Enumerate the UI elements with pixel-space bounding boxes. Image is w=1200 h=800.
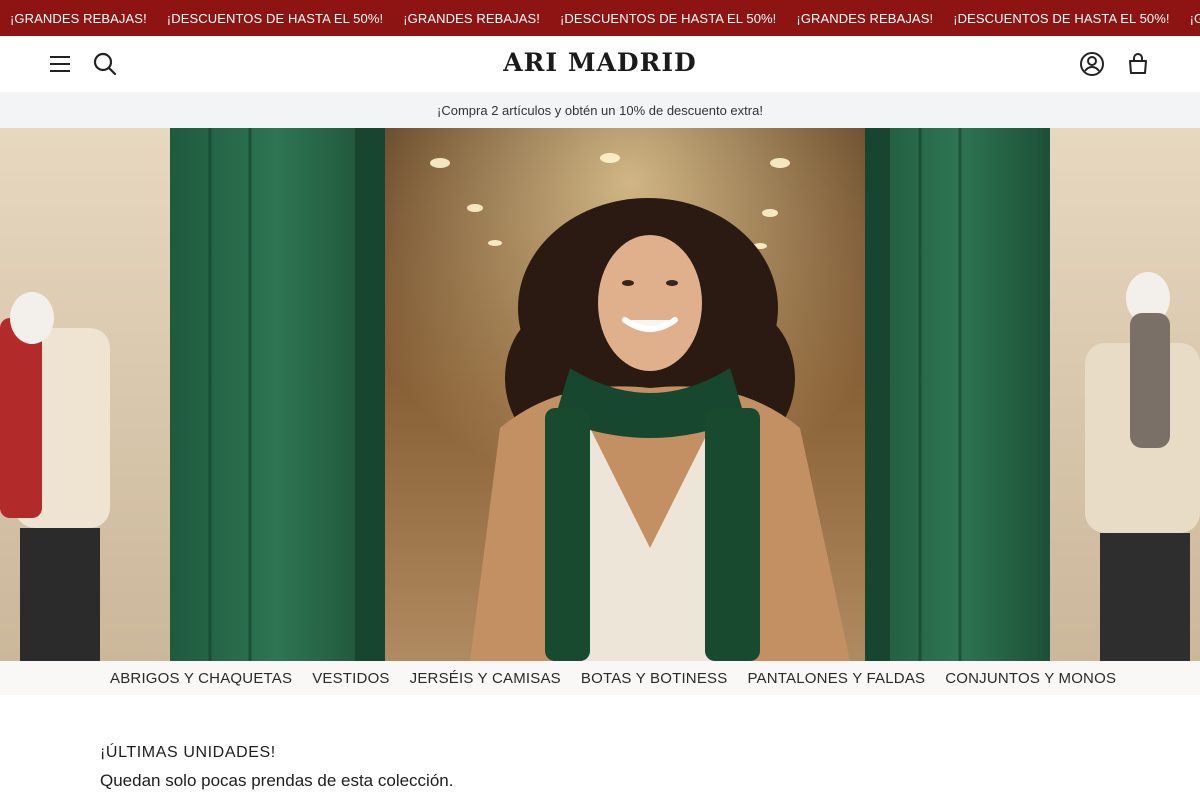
hero-illustration: [0, 128, 1200, 661]
cart-icon[interactable]: [1124, 50, 1152, 78]
announcement-item: ¡DESCUENTOS DE HASTA EL 50%!: [560, 10, 777, 26]
category-link-botas[interactable]: BOTAS Y BOTINESS: [581, 670, 728, 687]
announcement-item: ¡DESCUENTOS DE HASTA EL 50%!: [166, 10, 384, 26]
section-subtitle: Quedan solo pocas prendas de esta colecc…: [100, 771, 454, 790]
category-link-abrigos[interactable]: ABRIGOS Y CHAQUETAS: [110, 670, 292, 687]
announcement-item: ¡GRANDES REBAJAS!: [1189, 10, 1200, 26]
hero-image[interactable]: [0, 128, 1200, 661]
announcement-bar: ¡GRANDES REBAJAS! ¡DESCUENTOS DE HASTA E…: [0, 0, 1200, 36]
category-link-vestidos[interactable]: VESTIDOS: [312, 670, 389, 687]
site-header: ARI MADRID: [0, 36, 1200, 92]
announcement-item: ¡GRANDES REBAJAS!: [10, 10, 147, 26]
announcement-track: ¡GRANDES REBAJAS! ¡DESCUENTOS DE HASTA E…: [0, 0, 1200, 36]
category-link-jerseis[interactable]: JERSÉIS Y CAMISAS: [410, 670, 561, 687]
category-link-conjuntos[interactable]: CONJUNTOS Y MONOS: [945, 670, 1116, 687]
category-nav: ABRIGOS Y CHAQUETAS VESTIDOS JERSÉIS Y C…: [0, 661, 1200, 695]
promo-banner: ¡Compra 2 artículos y obtén un 10% de de…: [0, 92, 1200, 128]
announcement-item: ¡DESCUENTOS DE HASTA EL 50%!: [953, 10, 1170, 26]
account-icon[interactable]: [1078, 50, 1106, 78]
announcement-item: ¡GRANDES REBAJAS!: [403, 10, 540, 26]
site-logo[interactable]: ARI MADRID: [0, 48, 1200, 77]
section-title: ¡ÚLTIMAS UNIDADES!: [100, 744, 276, 761]
category-link-pantalones[interactable]: PANTALONES Y FALDAS: [747, 670, 925, 687]
last-units-section: ¡ÚLTIMAS UNIDADES! Quedan solo pocas pre…: [100, 744, 1100, 791]
announcement-item: ¡GRANDES REBAJAS!: [796, 10, 934, 26]
